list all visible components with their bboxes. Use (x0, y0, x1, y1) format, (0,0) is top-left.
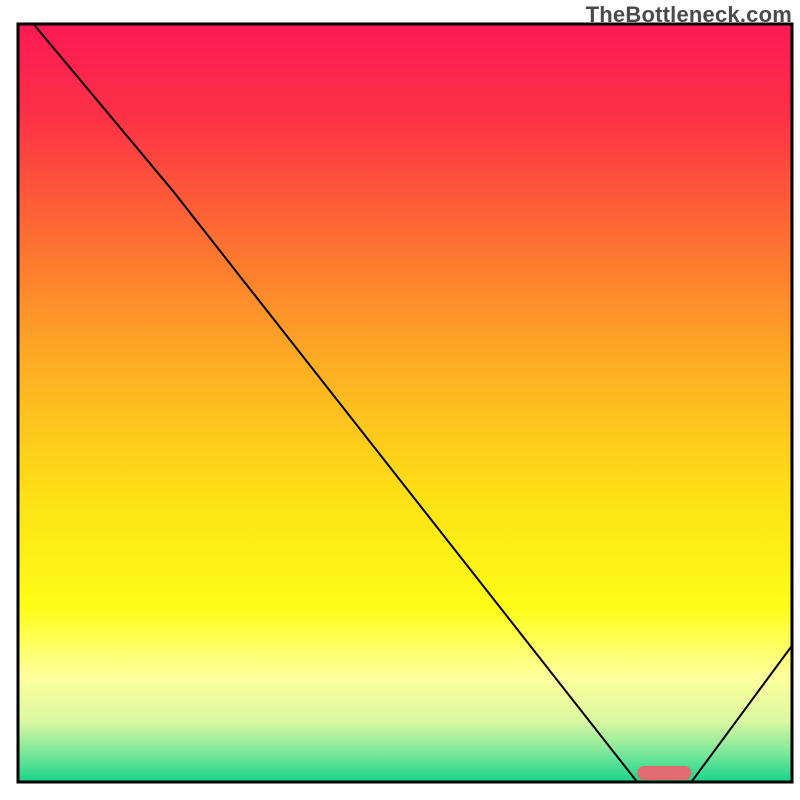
bottleneck-chart: TheBottleneck.com (0, 0, 800, 800)
chart-svg (0, 0, 800, 800)
gradient-background (18, 24, 792, 782)
optimal-marker (637, 766, 691, 780)
watermark-label: TheBottleneck.com (586, 2, 792, 28)
plot-area (18, 24, 792, 782)
